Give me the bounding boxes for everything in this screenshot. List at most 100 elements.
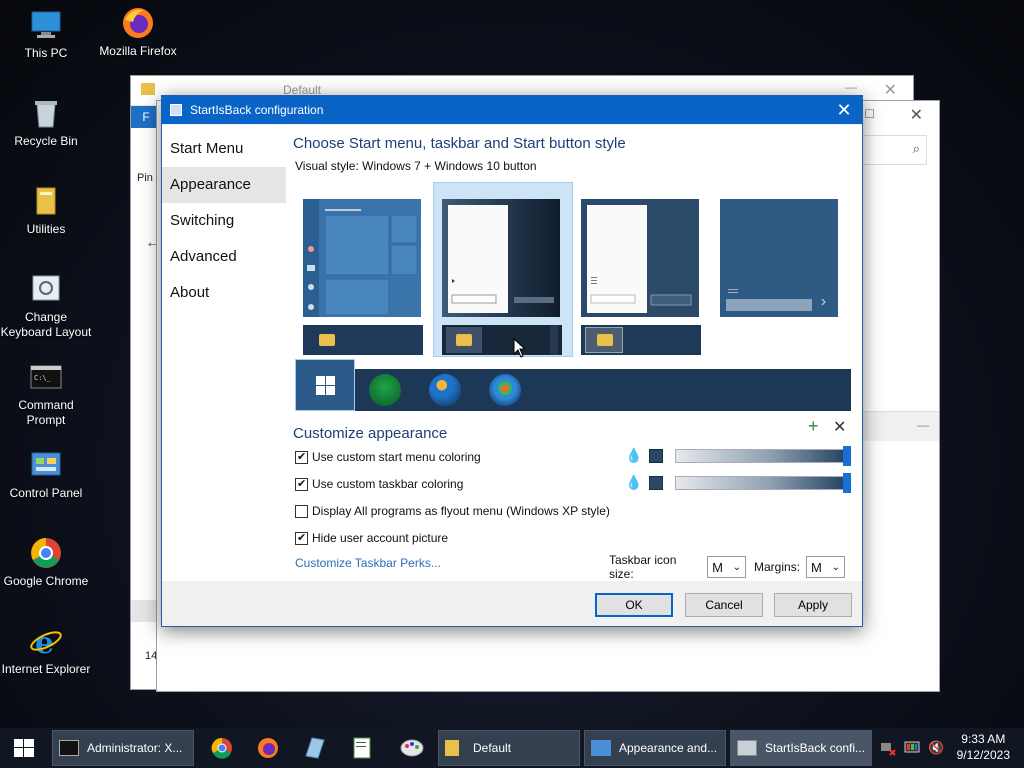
nav-item-advanced[interactable]: Advanced xyxy=(162,239,286,275)
command-prompt-icon xyxy=(59,740,79,756)
desktop-icon-this-pc[interactable]: This PC xyxy=(0,8,92,61)
minimize-icon[interactable]: — xyxy=(917,418,929,432)
color-swatch[interactable] xyxy=(649,476,663,490)
checkbox-flyout-menu[interactable]: Display All programs as flyout menu (Win… xyxy=(295,503,610,519)
margins-value: M xyxy=(811,559,822,575)
opacity-slider-thumb[interactable] xyxy=(843,473,851,493)
apply-button[interactable]: Apply xyxy=(774,593,852,617)
pinned-notepad[interactable] xyxy=(340,728,384,768)
dialog-titlebar[interactable]: StartIsBack configuration ✕ xyxy=(162,96,862,124)
firefox-icon xyxy=(121,6,155,40)
close-icon[interactable]: ✕ xyxy=(834,100,854,120)
margins-label: Margins: xyxy=(754,560,801,574)
style-option-windows10-minimal[interactable] xyxy=(720,199,838,317)
taskbar-button-label: Default xyxy=(473,741,512,755)
chevron-down-icon: ⌄ xyxy=(831,561,840,573)
style-heading: Choose Start menu, taskbar and Start but… xyxy=(293,135,626,152)
taskbar-preview-3[interactable] xyxy=(581,325,701,355)
checkbox-label: Hide user account picture xyxy=(312,531,449,545)
side-panel-strip: — xyxy=(859,411,939,441)
style-option-windows7-plain[interactable] xyxy=(442,199,560,317)
pinned-firefox[interactable] xyxy=(246,728,290,768)
customize-taskbar-perks-link[interactable]: Customize Taskbar Perks... xyxy=(295,556,441,570)
taskbar: Administrator: X... Default Appearance a… xyxy=(0,728,1024,768)
taskbar-button-startisback[interactable]: StartIsBack confi... xyxy=(730,730,872,766)
control-panel-icon xyxy=(591,740,611,756)
taskbar-preview-2[interactable] xyxy=(442,325,562,355)
desktop-icon-command-prompt[interactable]: C:\_ Command Prompt xyxy=(0,360,92,428)
ok-button[interactable]: OK xyxy=(595,593,673,617)
nav-item-appearance[interactable]: Appearance xyxy=(162,167,286,203)
pinned-chrome[interactable] xyxy=(200,728,244,768)
dialog-title: StartIsBack configuration xyxy=(190,103,324,117)
checkbox-box[interactable] xyxy=(295,450,308,464)
checkbox-box[interactable] xyxy=(295,504,308,518)
nav-item-switching[interactable]: Switching xyxy=(162,203,286,239)
visual-style-label: Visual style: Windows 7 + Windows 10 but… xyxy=(295,159,537,173)
pin-label: Pin xyxy=(137,172,153,184)
start-orb-windows7-a[interactable] xyxy=(429,374,461,406)
start-orb-windows7-b[interactable] xyxy=(489,374,521,406)
display-icon[interactable] xyxy=(904,740,920,756)
checkbox-label: Use custom taskbar coloring xyxy=(312,477,464,491)
checkbox-box[interactable] xyxy=(295,531,308,545)
desktop-icon-recycle-bin[interactable]: Recycle Bin xyxy=(0,96,92,149)
taskbar-button-label: Administrator: X... xyxy=(87,741,183,755)
minimize-icon[interactable]: — xyxy=(845,80,857,94)
start-orb-clover[interactable] xyxy=(369,374,401,406)
opacity-slider-track[interactable] xyxy=(675,476,849,490)
close-icon[interactable]: ✕ xyxy=(910,105,923,125)
start-button[interactable] xyxy=(0,728,48,768)
checkbox-box[interactable] xyxy=(295,477,308,491)
pinned-app-1[interactable] xyxy=(292,728,336,768)
windows7-menu-preview xyxy=(442,199,560,317)
opacity-slider-track[interactable] xyxy=(675,449,849,463)
folder-icon xyxy=(445,740,459,756)
close-icon[interactable]: ✕ xyxy=(884,80,897,100)
taskbar-button-cmd[interactable]: Administrator: X... xyxy=(52,730,194,766)
app-icon xyxy=(170,104,182,116)
settings-nav: Start Menu Appearance Switching Advanced… xyxy=(162,125,286,581)
filled-drop-icon: 💧 xyxy=(625,447,643,463)
maximize-icon[interactable]: ☐ xyxy=(864,107,875,121)
desktop-icon-internet-explorer[interactable]: e Internet Explorer xyxy=(0,624,92,677)
margins-select[interactable]: M ⌄ xyxy=(806,556,845,578)
desktop-icon-label: Mozilla Firefox xyxy=(99,44,177,58)
startisback-dialog[interactable]: StartIsBack configuration ✕ Start Menu A… xyxy=(161,95,863,627)
color-swatch[interactable] xyxy=(649,449,663,463)
nav-item-start-menu[interactable]: Start Menu xyxy=(162,131,286,167)
taskbar-button-appearance[interactable]: Appearance and... xyxy=(584,730,726,766)
search-icon: ⌕ xyxy=(912,141,920,156)
desktop-icon-keyboard-layout[interactable]: Change Keyboard Layout xyxy=(0,272,92,340)
folder-icon xyxy=(597,334,613,346)
desktop-icon-label: Internet Explorer xyxy=(1,662,91,676)
desktop-icon-label: Recycle Bin xyxy=(14,134,78,148)
chevron-down-icon: ⌄ xyxy=(732,561,742,573)
desktop-icon-chrome[interactable]: Google Chrome xyxy=(0,536,92,589)
dialog-button-bar: OK Cancel Apply xyxy=(162,582,862,626)
clock[interactable]: 9:33 AM 9/12/2023 xyxy=(957,731,1010,763)
opacity-slider-thumb[interactable] xyxy=(843,446,851,466)
start-button-strip xyxy=(295,359,851,411)
icon-size-select[interactable]: M ⌄ xyxy=(707,556,747,578)
volume-muted-icon[interactable]: 🔇 xyxy=(928,740,944,756)
close-icon[interactable]: ✕ xyxy=(833,417,846,437)
taskbar-button-explorer[interactable]: Default xyxy=(438,730,580,766)
desktop-icon-firefox[interactable]: Mozilla Firefox xyxy=(92,6,184,59)
network-icon[interactable] xyxy=(880,740,896,756)
add-icon[interactable]: + xyxy=(808,416,819,437)
style-option-windows10[interactable] xyxy=(303,199,421,317)
nav-item-about[interactable]: About xyxy=(162,275,286,311)
style-option-windows7-list[interactable] xyxy=(581,199,699,317)
start-button-option-windows10[interactable] xyxy=(295,359,355,411)
clock-time: 9:33 AM xyxy=(961,732,1006,746)
desktop-icon-utilities[interactable]: Utilities xyxy=(0,184,92,237)
size-controls: Taskbar icon size: M ⌄ Margins: M ⌄ xyxy=(609,553,853,581)
checkbox-hide-user-picture[interactable]: Hide user account picture xyxy=(295,530,448,546)
desktop-icon-control-panel[interactable]: Control Panel xyxy=(0,448,92,501)
checkbox-custom-taskbar-coloring[interactable]: Use custom taskbar coloring xyxy=(295,476,463,492)
cancel-button[interactable]: Cancel xyxy=(685,593,763,617)
pinned-paint[interactable] xyxy=(390,728,434,768)
taskbar-preview-1[interactable] xyxy=(303,325,423,355)
checkbox-custom-start-coloring[interactable]: Use custom start menu coloring xyxy=(295,449,481,465)
